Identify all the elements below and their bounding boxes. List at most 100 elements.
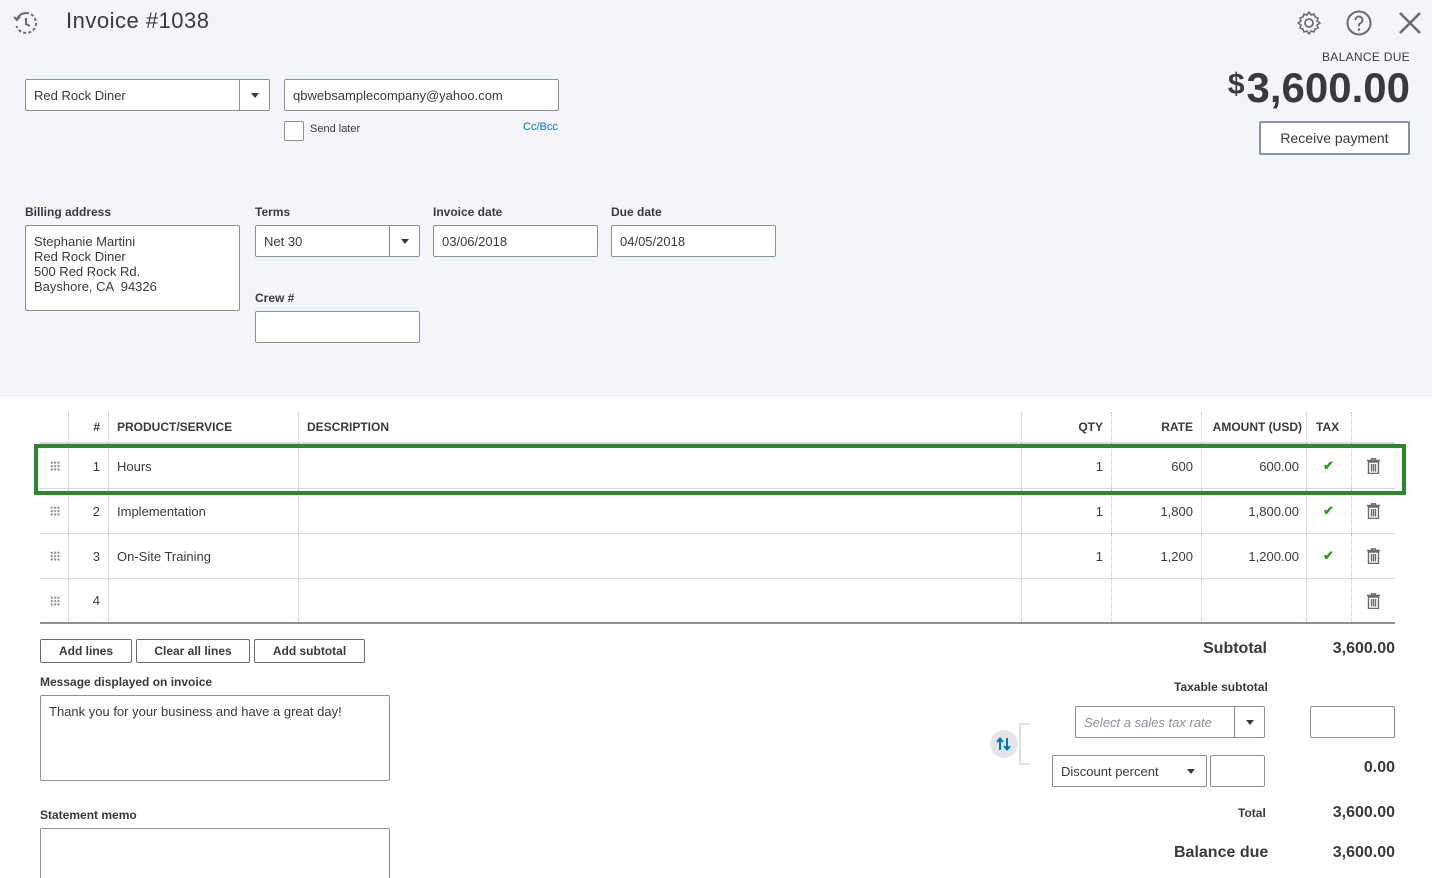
row-rate[interactable]: 1,200 xyxy=(1111,534,1193,578)
row-qty[interactable]: 1 xyxy=(1021,444,1103,488)
chevron-down-icon xyxy=(250,92,259,98)
discount-percent-field[interactable] xyxy=(1210,755,1265,787)
column-divider xyxy=(1306,534,1307,578)
column-divider xyxy=(298,444,299,488)
customer-dropdown-caret[interactable] xyxy=(239,80,269,110)
row-rate[interactable]: 600 xyxy=(1111,444,1193,488)
message-field[interactable]: Thank you for your business and have a g… xyxy=(40,695,390,781)
email-value: qbwebsamplecompany@yahoo.com xyxy=(293,87,503,103)
trash-icon-svg xyxy=(1367,592,1380,609)
row-amount[interactable]: 600.00 xyxy=(1201,444,1299,488)
message-value: Thank you for your business and have a g… xyxy=(49,704,342,719)
drag-handle-icon[interactable] xyxy=(48,534,62,578)
sales-tax-rate-select[interactable]: Select a sales tax rate xyxy=(1075,706,1265,738)
column-divider xyxy=(1306,412,1307,442)
table-row[interactable]: 4 xyxy=(40,579,1395,624)
drag-handle-icon[interactable] xyxy=(48,489,62,533)
add-subtotal-button[interactable]: Add subtotal xyxy=(254,639,365,663)
page-title: Invoice #1038 xyxy=(66,8,210,33)
row-rate[interactable]: 1,800 xyxy=(1111,489,1193,533)
terms-select[interactable]: Net 30 xyxy=(255,225,420,257)
line-items-table: # PRODUCT/SERVICE DESCRIPTION QTY RATE A… xyxy=(40,412,1395,624)
column-divider xyxy=(298,489,299,533)
gear-icon[interactable] xyxy=(1295,9,1323,37)
total-label: Total xyxy=(1238,806,1266,820)
column-divider xyxy=(298,534,299,578)
tax-amount-field[interactable] xyxy=(1310,706,1395,738)
cc-bcc-link[interactable]: Cc/Bcc xyxy=(523,121,558,133)
trash-icon[interactable] xyxy=(1367,579,1380,622)
billing-line: Stephanie Martini xyxy=(34,234,136,249)
add-lines-button[interactable]: Add lines xyxy=(40,639,132,663)
table-row[interactable]: 3 On-Site Training 1 1,200 1,200.00 ✔ xyxy=(40,534,1395,579)
row-rate[interactable] xyxy=(1111,579,1193,622)
chevron-down-icon xyxy=(400,238,409,244)
chevron-down-icon xyxy=(1245,719,1254,725)
table-row[interactable]: 2 Implementation 1 1,800 1,800.00 ✔ xyxy=(40,489,1395,534)
crew-field[interactable] xyxy=(255,311,420,343)
due-date-field[interactable]: 04/05/2018 xyxy=(611,225,776,257)
chevron-down-icon xyxy=(1187,768,1195,774)
col-header-amount: AMOUNT (USD) xyxy=(1212,420,1302,434)
drag-dots xyxy=(50,595,60,606)
tax-rate-dropdown-caret[interactable] xyxy=(1234,707,1264,737)
statement-memo-field[interactable] xyxy=(40,828,390,878)
row-product[interactable]: On-Site Training xyxy=(117,534,211,578)
swap-arrows-icon xyxy=(996,737,1011,751)
column-divider xyxy=(108,489,109,533)
help-icon[interactable] xyxy=(1345,9,1373,37)
trash-icon[interactable] xyxy=(1367,444,1380,488)
column-divider xyxy=(1306,489,1307,533)
row-amount[interactable]: 1,200.00 xyxy=(1201,534,1299,578)
send-later-checkbox[interactable] xyxy=(284,121,304,141)
column-divider xyxy=(1306,579,1307,622)
customer-select[interactable]: Red Rock Diner xyxy=(25,79,270,111)
column-divider xyxy=(108,412,109,442)
send-later-label: Send later xyxy=(310,123,361,135)
subtotal-value: 3,600.00 xyxy=(1332,640,1395,657)
tax-check-icon[interactable]: ✔ xyxy=(1323,489,1334,533)
row-product[interactable]: Implementation xyxy=(117,489,206,533)
terms-dropdown-caret[interactable] xyxy=(389,226,419,256)
column-divider xyxy=(108,444,109,488)
drag-handle-icon[interactable] xyxy=(48,579,62,622)
balance-value: 3,600.00 xyxy=(1246,64,1411,111)
column-divider xyxy=(1351,489,1352,533)
invoice-date-field[interactable]: 03/06/2018 xyxy=(433,225,598,257)
email-field[interactable]: qbwebsamplecompany@yahoo.com xyxy=(284,79,559,111)
drag-handle-icon[interactable] xyxy=(48,444,62,488)
trash-icon[interactable] xyxy=(1367,534,1380,578)
clear-all-lines-button[interactable]: Clear all lines xyxy=(136,639,250,663)
billing-line: 500 Red Rock Rd. xyxy=(34,264,141,279)
discount-dropdown-caret[interactable] xyxy=(1176,756,1206,786)
close-icon[interactable] xyxy=(1396,9,1424,37)
column-divider xyxy=(108,579,109,622)
column-divider xyxy=(298,412,299,442)
trash-icon-svg xyxy=(1367,548,1380,564)
row-amount[interactable]: 1,800.00 xyxy=(1201,489,1299,533)
discount-amount: 0.00 xyxy=(1363,759,1395,776)
column-divider xyxy=(298,579,299,622)
col-header-tax: TAX xyxy=(1316,420,1340,434)
recent-transactions-icon[interactable] xyxy=(12,9,40,37)
row-qty[interactable]: 1 xyxy=(1021,489,1103,533)
drag-dots xyxy=(50,461,60,471)
swap-discount-tax-order-icon[interactable] xyxy=(990,730,1018,758)
col-header-num: # xyxy=(93,420,100,434)
receive-payment-button[interactable]: Receive payment xyxy=(1259,121,1410,155)
tax-check-icon[interactable]: ✔ xyxy=(1323,444,1334,488)
row-qty[interactable]: 1 xyxy=(1021,534,1103,578)
row-product[interactable]: Hours xyxy=(117,444,152,488)
trash-icon-svg xyxy=(1367,503,1380,519)
row-amount[interactable] xyxy=(1201,579,1299,622)
billing-address-field[interactable]: Stephanie Martini Red Rock Diner 500 Red… xyxy=(25,225,240,311)
column-divider xyxy=(1351,579,1352,622)
drag-dots xyxy=(50,551,60,561)
trash-icon[interactable] xyxy=(1367,489,1380,533)
total-value: 3,600.00 xyxy=(1332,804,1395,821)
balance-due-summary-value: 3,600.00 xyxy=(1332,844,1395,861)
discount-type-select[interactable]: Discount percent xyxy=(1052,755,1207,787)
tax-check-icon[interactable]: ✔ xyxy=(1323,534,1334,578)
table-row[interactable]: 1 Hours 1 600 600.00 ✔ xyxy=(40,444,1395,489)
row-qty[interactable] xyxy=(1021,579,1103,622)
